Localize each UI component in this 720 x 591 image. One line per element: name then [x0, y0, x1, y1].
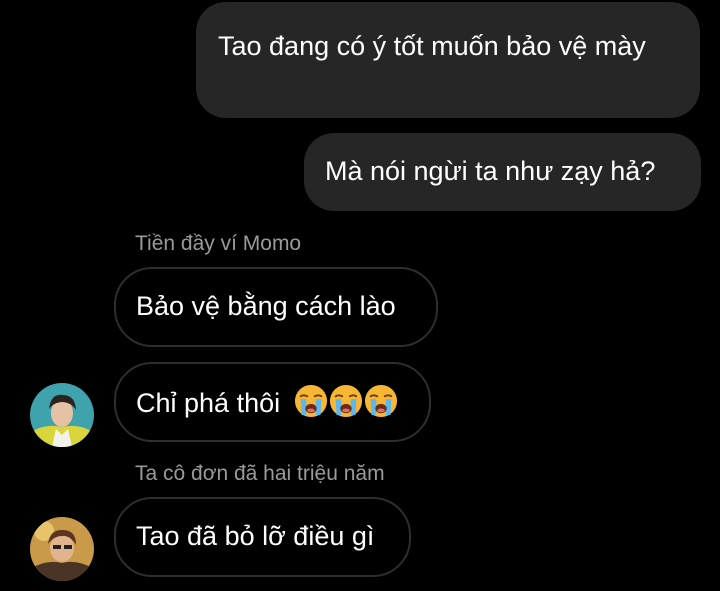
outgoing-message-bubble[interactable]: Mà nói ngừi ta như zạy hả?	[304, 133, 701, 211]
sender-avatar[interactable]	[30, 383, 94, 447]
incoming-message-bubble[interactable]: Chỉ phá thôi	[114, 362, 431, 442]
message-text: Tao đã bỏ lỡ điều gì	[136, 521, 375, 551]
avatar-image	[30, 517, 94, 581]
loudly-crying-face-icon	[364, 384, 398, 418]
sender-name: Ta cô đơn đã hai triệu năm	[135, 462, 385, 485]
incoming-message-bubble[interactable]: Tao đã bỏ lỡ điều gì	[114, 497, 411, 577]
incoming-message-bubble[interactable]: Bảo vệ bằng cách lào	[114, 267, 438, 347]
sender-avatar[interactable]	[30, 517, 94, 581]
message-text: Chỉ phá thôi	[136, 388, 281, 418]
loudly-crying-face-icon	[329, 384, 363, 418]
message-text: Mà nói ngừi ta như zạy hả?	[325, 156, 656, 186]
message-text: Tao đang có ý tốt muốn bảo vệ mày	[218, 31, 646, 61]
outgoing-message-bubble[interactable]: Tao đang có ý tốt muốn bảo vệ mày	[196, 2, 700, 118]
sender-name: Tiền đầy ví Momo	[135, 232, 302, 255]
message-text: Bảo vệ bằng cách lào	[136, 291, 396, 321]
loudly-crying-face-icon	[294, 384, 328, 418]
avatar-image	[30, 383, 94, 447]
